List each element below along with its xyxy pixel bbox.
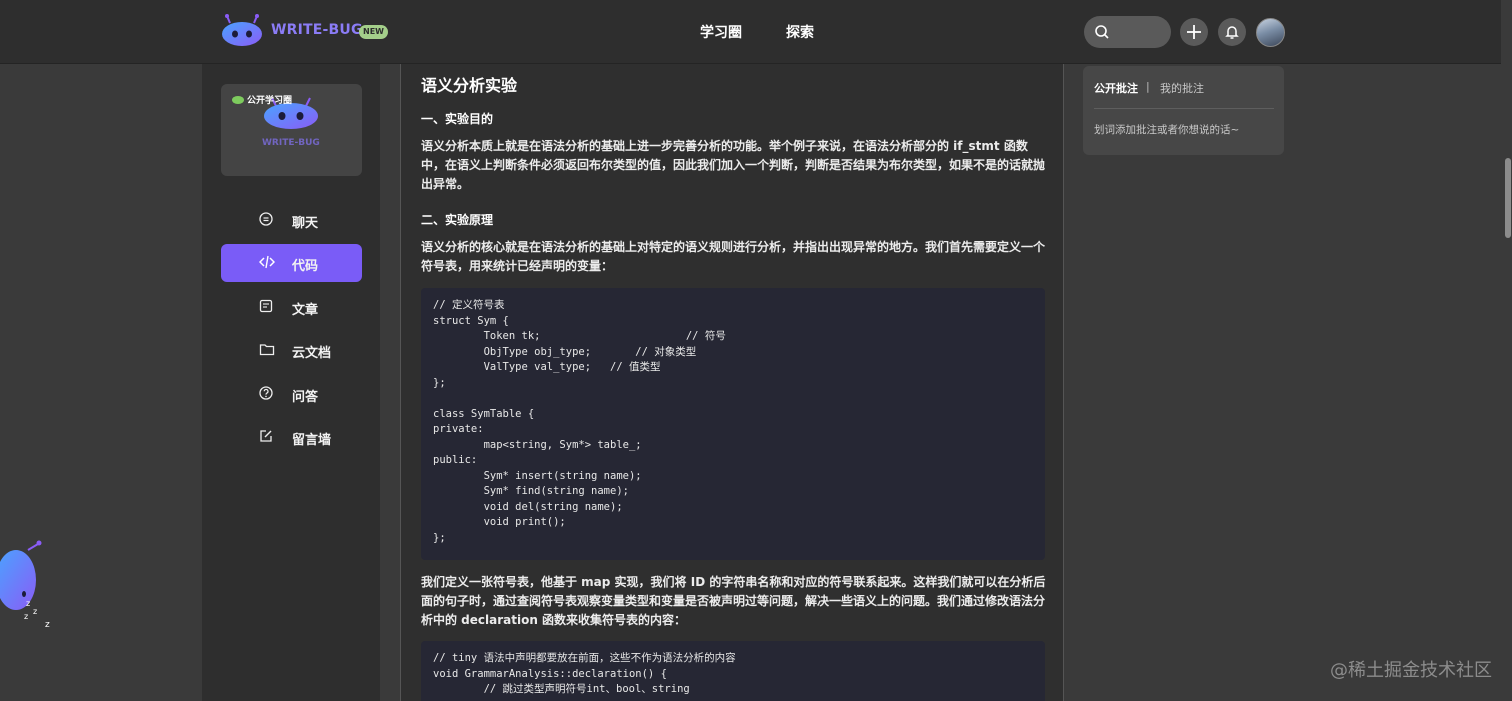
sidebar-item-label: 代码 <box>292 259 319 274</box>
folder-icon <box>259 344 275 356</box>
code-text: // 定义符号表 struct Sym { Token tk; // 符号 Ob… <box>433 299 726 544</box>
section-heading: 二、实验原理 <box>421 213 494 227</box>
sidebar-item-qa[interactable]: 问答 <box>221 375 362 413</box>
scrollbar-track[interactable] <box>1501 0 1512 701</box>
logo-robot-icon[interactable] <box>220 14 264 48</box>
brand-name[interactable]: WRITE-BUG <box>271 22 363 38</box>
article-icon <box>259 299 273 313</box>
user-avatar[interactable] <box>1256 18 1285 47</box>
scrollbar-thumb[interactable] <box>1505 158 1511 238</box>
nav-study-circle[interactable]: 学习圈 <box>700 22 742 42</box>
bell-icon <box>1225 26 1239 39</box>
android-icon <box>232 96 244 104</box>
paragraph: 语义分析本质上就是在语法分析的基础上进一步完善分析的功能。举个例子来说，在语法分… <box>421 139 1046 191</box>
new-badge: NEW <box>359 25 388 39</box>
sidebar-item-chat[interactable]: 聊天 <box>221 201 362 239</box>
card-brand: WRITE-BUG <box>262 138 320 148</box>
nav-explore[interactable]: 探索 <box>786 22 814 42</box>
code-text: // tiny 语法中声明都要放在前面，这些不作为语法分析的内容 void Gr… <box>433 652 736 695</box>
code-icon <box>259 255 275 269</box>
code-block[interactable]: // tiny 语法中声明都要放在前面，这些不作为语法分析的内容 void Gr… <box>421 641 1045 701</box>
sidebar-item-label: 留言墙 <box>292 433 332 448</box>
annotation-hint: 划词添加批注或者你想说的话~ <box>1094 124 1240 136</box>
divider <box>1094 108 1274 109</box>
search-box[interactable] <box>1084 16 1171 48</box>
floating-robot-icon[interactable]: z z z z <box>0 528 60 633</box>
watermark: @稀土掘金技术社区 <box>1330 660 1492 681</box>
search-icon <box>1095 25 1109 39</box>
tab-my-annotations[interactable]: 我的批注 <box>1160 80 1204 96</box>
article-title: 语义分析实验 <box>421 76 518 95</box>
sidebar-item-label: 云文档 <box>292 346 332 361</box>
tab-public-annotations[interactable]: 公开批注 <box>1094 80 1138 96</box>
section-heading: 一、实验目的 <box>421 112 494 126</box>
circle-label: 公开学习圈 <box>247 96 293 106</box>
sidebar-item-label: 问答 <box>292 390 319 405</box>
sidebar-item-article[interactable]: 文章 <box>221 288 362 326</box>
paragraph: 我们定义一张符号表，他基于 map 实现，我们将 ID 的字符串名称和对应的符号… <box>421 575 1046 627</box>
svg-text:z: z <box>24 612 28 621</box>
svg-text:z: z <box>26 599 30 608</box>
svg-text:z: z <box>33 607 37 616</box>
sidebar-item-label: 聊天 <box>292 216 319 231</box>
sidebar-item-label: 文章 <box>292 303 319 318</box>
svg-text:z: z <box>45 620 50 630</box>
sidebar-item-code[interactable]: 代码 <box>221 244 362 282</box>
create-button[interactable] <box>1180 18 1208 46</box>
paragraph: 语义分析的核心就是在语法分析的基础上对特定的语义规则进行分析，并指出出现异常的地… <box>421 240 1046 273</box>
chat-icon <box>259 212 273 226</box>
notification-button[interactable] <box>1218 18 1246 46</box>
sidebar-item-message-wall[interactable]: 留言墙 <box>221 418 362 456</box>
tab-separator: | <box>1146 80 1150 93</box>
code-block[interactable]: // 定义符号表 struct Sym { Token tk; // 符号 Ob… <box>421 288 1045 560</box>
plus-icon <box>1187 25 1201 39</box>
sidebar-item-cloud-docs[interactable]: 云文档 <box>221 331 362 369</box>
edit-icon <box>260 430 272 442</box>
question-icon <box>259 386 273 400</box>
